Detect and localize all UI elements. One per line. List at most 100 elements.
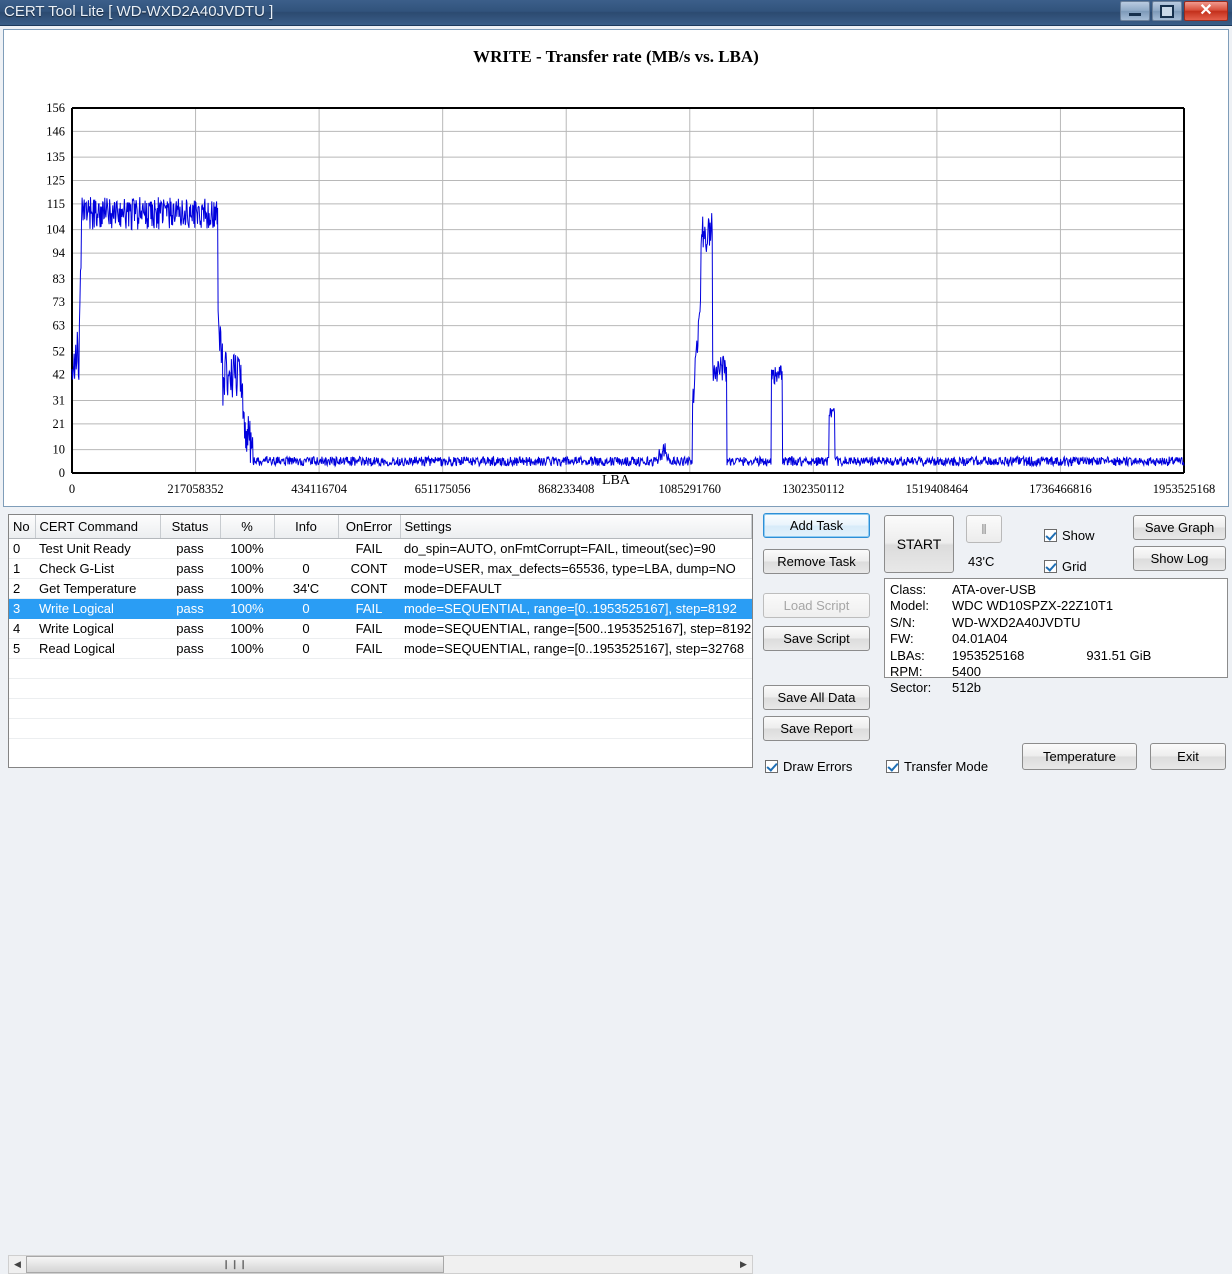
- table-header-no[interactable]: No: [9, 515, 36, 539]
- drive-sector-key: Sector:: [890, 680, 932, 696]
- cell-empty: [9, 678, 35, 699]
- table-header-row: No CERT Command Status% Info OnError Settings: [9, 515, 752, 539]
- cell-empty: [9, 658, 35, 679]
- table-row[interactable]: 4 Write Logical pass 100% 0 FAIL mode=SEQUENTI…: [9, 618, 752, 639]
- cell-empty: [400, 678, 752, 699]
- cell-status: pass: [160, 578, 220, 599]
- drive-rpm-key: RPM:: [890, 664, 923, 680]
- draw-errors-checkbox[interactable]: Draw Errors: [765, 759, 852, 774]
- save-script-button[interactable]: Save Script: [763, 626, 870, 651]
- remove-task-button[interactable]: Remove Task: [763, 549, 870, 574]
- app-window: CERT Tool Lite [ WD-WXD2A40JVDTU ] ✕ WRI…: [0, 0, 1232, 1274]
- show-label: Show: [1062, 528, 1095, 543]
- cell-percent: 100%: [220, 578, 274, 599]
- cell-empty: [338, 698, 400, 719]
- y-tick-label: 10: [53, 443, 66, 457]
- cell-status: pass: [160, 638, 220, 659]
- cell-settings: mode=DEFAULT: [400, 578, 752, 599]
- save-graph-button[interactable]: Save Graph: [1133, 515, 1226, 540]
- y-tick-label: 115: [47, 197, 65, 211]
- cell-info: 0: [274, 638, 338, 659]
- table-row[interactable]: 5 Read Logical pass 100% 0 FAIL mode=SEQUENTIA…: [9, 638, 752, 659]
- y-tick-label: 146: [46, 124, 65, 138]
- exit-button[interactable]: Exit: [1150, 743, 1226, 770]
- grid-checkbox[interactable]: Grid: [1044, 559, 1087, 574]
- cell-no: 0: [9, 538, 35, 559]
- chart-panel: WRITE - Transfer rate (MB/s vs. LBA) 0 10…: [3, 29, 1229, 507]
- cell-empty: [400, 658, 752, 679]
- task-table[interactable]: No CERT Command Status% Info OnError Settings…: [8, 514, 753, 768]
- show-log-button[interactable]: Show Log: [1133, 546, 1226, 571]
- cell-settings: do_spin=AUTO, onFmtCorrupt=FAIL, timeout…: [400, 538, 752, 559]
- table-row[interactable]: 3 Write Logical pass 100% 0 FAIL mode=SEQUENTI…: [9, 598, 752, 619]
- checkbox-icon: [1044, 560, 1057, 573]
- table-row-empty: [9, 658, 752, 679]
- save-report-button[interactable]: Save Report: [763, 716, 870, 741]
- y-tick-label: 125: [46, 174, 65, 188]
- add-task-button[interactable]: Add Task: [763, 513, 870, 538]
- table-row-empty: [9, 698, 752, 719]
- window-controls: ✕: [1120, 1, 1228, 21]
- cell-command: Read Logical: [35, 638, 160, 659]
- table-body[interactable]: 0 Test Unit Ready pass 100% FAIL do_spin=AUTO…: [9, 538, 752, 739]
- table-row[interactable]: 0 Test Unit Ready pass 100% FAIL do_spin=AUTO…: [9, 538, 752, 559]
- table-row-empty: [9, 678, 752, 699]
- minimize-button[interactable]: [1120, 1, 1150, 21]
- cell-percent: 100%: [220, 598, 274, 619]
- scroll-left-icon[interactable]: ◀: [9, 1256, 26, 1273]
- transfer-mode-checkbox[interactable]: Transfer Mode: [886, 759, 988, 774]
- window-title: CERT Tool Lite [ WD-WXD2A40JVDTU ]: [4, 3, 274, 20]
- table-header-command[interactable]: CERT Command: [35, 515, 161, 539]
- minimize-icon: [1121, 2, 1149, 20]
- cell-empty: [274, 698, 338, 719]
- title-bar: CERT Tool Lite [ WD-WXD2A40JVDTU ] ✕: [0, 0, 1232, 26]
- cell-empty: [274, 718, 338, 739]
- y-tick-label: 135: [46, 150, 65, 164]
- scrollbar-track[interactable]: ❙❙❙: [26, 1256, 735, 1273]
- y-tick-label: 94: [53, 246, 66, 260]
- table-row[interactable]: 1 Check G-List pass 100% 0 CONT mode=USER, max…: [9, 558, 752, 579]
- draw-errors-label: Draw Errors: [783, 759, 853, 774]
- cell-empty: [400, 718, 752, 739]
- cell-info: 0: [274, 558, 338, 579]
- table-row[interactable]: 2 Get Temperature pass 100% 34'C CONT mode=DEF…: [9, 578, 752, 599]
- drive-rpm-row: RPM: 5400: [890, 664, 1227, 680]
- table-header-settings[interactable]: Settings: [400, 515, 752, 539]
- y-tick-label: 156: [46, 101, 65, 115]
- cell-empty: [160, 718, 220, 739]
- start-button[interactable]: START: [884, 515, 954, 573]
- drive-class-row: Class: ATA-over-USB: [890, 582, 1227, 598]
- checkbox-icon: [886, 760, 899, 773]
- scroll-right-icon[interactable]: ▶: [735, 1256, 752, 1273]
- y-tick-label: 104: [46, 223, 66, 237]
- drive-info-panel: Class: ATA-over-USB Model: WDC WD10SPZX-…: [884, 578, 1228, 695]
- cell-percent: 100%: [220, 558, 274, 579]
- close-button[interactable]: ✕: [1184, 1, 1228, 21]
- checkbox-icon: [765, 760, 778, 773]
- maximize-button[interactable]: [1152, 1, 1182, 21]
- pause-button[interactable]: ‖: [966, 515, 1002, 543]
- show-checkbox[interactable]: Show: [1044, 528, 1095, 543]
- table-header-onerror[interactable]: OnError: [338, 515, 401, 539]
- cell-empty: [9, 698, 35, 719]
- temperature-button[interactable]: Temperature: [1022, 743, 1137, 770]
- drive-sn-value: WD-WXD2A40JVDTU: [952, 614, 1081, 630]
- cell-onerror: FAIL: [338, 618, 400, 639]
- y-tick-label: 83: [53, 272, 66, 286]
- save-all-data-button[interactable]: Save All Data: [763, 685, 870, 710]
- table-header-status[interactable]: Status: [160, 515, 221, 539]
- cell-info: 34'C: [274, 578, 338, 599]
- scrollbar-thumb[interactable]: ❙❙❙: [26, 1256, 445, 1273]
- drive-capacity-value: 931.51 GiB: [1086, 647, 1152, 663]
- task-table-hscrollbar[interactable]: ◀ ❙❙❙ ▶: [8, 1255, 753, 1274]
- chart-x-axis-label: LBA: [602, 473, 630, 488]
- cell-empty: [220, 698, 274, 719]
- drive-sn-key: S/N:: [890, 614, 916, 630]
- table-header-percent[interactable]: %: [220, 515, 275, 539]
- cell-onerror: FAIL: [338, 638, 400, 659]
- checkbox-icon: [1044, 529, 1057, 542]
- table-header-info[interactable]: Info: [274, 515, 339, 539]
- cell-status: pass: [160, 538, 220, 559]
- table-row-empty: [9, 718, 752, 739]
- cell-settings: mode=SEQUENTIAL, range=[0..1953525167], …: [400, 638, 752, 659]
